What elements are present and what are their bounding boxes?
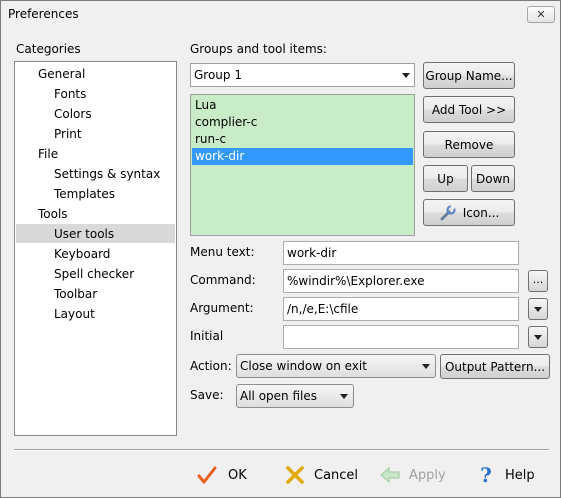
tree-item-keyboard[interactable]: Keyboard [54, 245, 110, 263]
browse-command-button[interactable]: ... [528, 270, 548, 292]
wrench-icon [440, 203, 456, 220]
tree-item-settings-syntax[interactable]: Settings & syntax [54, 165, 160, 183]
menu-text-field[interactable]: work-dir [283, 241, 519, 265]
ok-button[interactable]: OK [196, 461, 247, 489]
tree-item-templates[interactable]: Templates [54, 185, 115, 203]
preferences-dialog: Preferences ✕ Categories General Fonts C… [0, 0, 561, 498]
tree-item-spell-checker[interactable]: Spell checker [54, 265, 134, 283]
chevron-down-icon [402, 73, 410, 78]
tree-item-general[interactable]: General [38, 65, 85, 83]
title-bar: Preferences ✕ [1, 1, 560, 29]
group-select[interactable]: Group 1 [190, 63, 415, 87]
initial-field[interactable] [283, 325, 519, 349]
categories-label: Categories [16, 42, 81, 56]
group-select-value: Group 1 [194, 68, 242, 82]
question-mark-icon: ? [480, 463, 492, 487]
chevron-down-icon [534, 306, 542, 312]
footer-separator [14, 449, 549, 451]
chevron-down-icon [534, 334, 542, 340]
cancel-label: Cancel [314, 467, 359, 483]
tree-item-print[interactable]: Print [54, 125, 82, 143]
tree-item-file[interactable]: File [38, 145, 58, 163]
output-pattern-button[interactable]: Output Pattern... [440, 354, 550, 379]
tree-item-colors[interactable]: Colors [54, 105, 92, 123]
ok-label: OK [228, 467, 247, 483]
window-title: Preferences [8, 7, 79, 21]
group-name-button[interactable]: Group Name... [423, 62, 515, 89]
apply-label: Apply [409, 467, 446, 483]
tree-item-tools[interactable]: Tools [38, 205, 68, 223]
remove-button[interactable]: Remove [423, 131, 515, 158]
command-label: Command: [190, 273, 256, 287]
close-icon: ✕ [536, 8, 546, 21]
down-button[interactable]: Down [471, 165, 515, 192]
help-button[interactable]: ? Help [475, 461, 535, 489]
tree-item-toolbar[interactable]: Toolbar [54, 285, 97, 303]
checkmark-icon [197, 466, 217, 484]
argument-field[interactable]: /n,/e,E:\cfile [283, 297, 519, 321]
icon-button[interactable]: Icon... [423, 199, 515, 226]
ellipsis-icon: ... [532, 272, 544, 286]
cancel-button[interactable]: Cancel [284, 461, 358, 489]
add-tool-button[interactable]: Add Tool >> [423, 96, 515, 123]
list-item-complier-c[interactable]: complier-c [192, 114, 413, 131]
list-item-work-dir[interactable]: work-dir [192, 148, 413, 165]
save-label: Save: [190, 388, 224, 402]
save-select-value: All open files [240, 389, 317, 403]
tree-item-layout[interactable]: Layout [54, 305, 95, 323]
tree-item-user-tools[interactable]: User tools [54, 225, 114, 243]
apply-button[interactable]: Apply [379, 461, 446, 489]
groups-label: Groups and tool items: [190, 42, 327, 56]
action-select[interactable]: Close window on exit [236, 354, 436, 378]
cross-icon [286, 466, 304, 484]
icon-button-label: Icon... [462, 205, 500, 220]
initial-label: Initial [190, 329, 224, 343]
up-button[interactable]: Up [423, 165, 468, 192]
tree-item-fonts[interactable]: Fonts [54, 85, 86, 103]
list-item-run-c[interactable]: run-c [192, 131, 413, 148]
categories-tree[interactable]: General Fonts Colors Print File Settings… [14, 61, 177, 436]
tool-items-list[interactable]: Lua complier-c run-c work-dir [190, 94, 415, 236]
close-button[interactable]: ✕ [527, 6, 555, 23]
initial-dropdown-button[interactable] [528, 326, 548, 348]
chevron-down-icon [340, 394, 348, 399]
help-label: Help [505, 467, 535, 483]
menu-text-label: Menu text: [190, 245, 255, 259]
save-select[interactable]: All open files [236, 384, 354, 408]
action-label: Action: [190, 359, 232, 373]
argument-label: Argument: [190, 301, 254, 315]
chevron-down-icon [422, 364, 430, 369]
command-field[interactable]: %windir%\Explorer.exe [283, 269, 519, 293]
action-select-value: Close window on exit [240, 359, 367, 373]
list-item-lua[interactable]: Lua [192, 97, 413, 114]
arrow-left-icon [380, 466, 400, 484]
argument-dropdown-button[interactable] [528, 298, 548, 320]
